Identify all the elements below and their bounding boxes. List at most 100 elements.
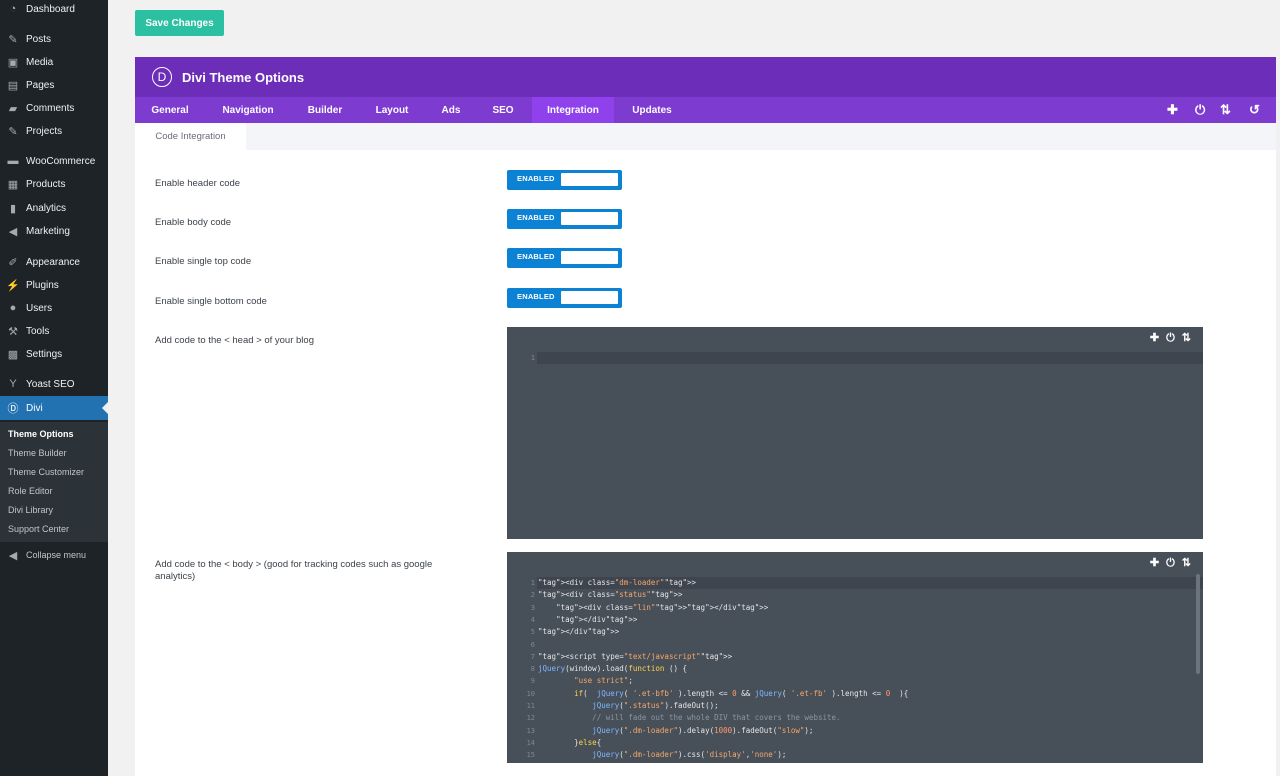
submenu-divi-library[interactable]: Divi Library <box>8 505 53 515</box>
divi-icon: Ⓓ <box>7 403 19 415</box>
tab-builder[interactable]: Builder <box>291 97 359 123</box>
submenu-theme-options[interactable]: Theme Options <box>8 429 74 439</box>
tab-seo[interactable]: SEO <box>477 97 529 123</box>
menu-item-projects[interactable]: ✎ Projects <box>0 119 108 143</box>
power-icon[interactable]: ⏻ <box>1195 102 1205 118</box>
undo-icon[interactable]: ↺ <box>1249 102 1260 118</box>
enable-body-code-toggle[interactable]: ENABLED <box>507 209 622 229</box>
enable-single-top-code-toggle[interactable]: ENABLED <box>507 248 622 268</box>
toggle-state-label: ENABLED <box>517 213 555 222</box>
menu-item-woocommerce[interactable]: ▬ WooCommerce <box>0 149 108 173</box>
submenu-support-center[interactable]: Support Center <box>8 524 69 534</box>
menu-item-settings[interactable]: ▩ Settings <box>0 342 108 366</box>
menu-item-appearance[interactable]: ✐ Appearance <box>0 250 108 274</box>
tab-integration[interactable]: Integration <box>532 97 614 123</box>
settings-icon: ▩ <box>7 348 19 361</box>
tab-ads[interactable]: Ads <box>425 97 477 123</box>
tab-layout[interactable]: Layout <box>359 97 425 123</box>
megaphone-icon: ◀ <box>8 225 18 238</box>
menu-item-comments[interactable]: ▰ Comments <box>0 96 108 120</box>
toggle-state-label: ENABLED <box>517 252 555 261</box>
pin-icon: ✎ <box>8 33 18 46</box>
panel-title: Divi Theme Options <box>182 69 305 85</box>
body-code-editor[interactable]: ✚ ⏻ ⇅ 1 "tag"><div class="dm-loader""tag">>… <box>507 552 1203 763</box>
enable-header-code-toggle[interactable]: ENABLED <box>507 170 622 190</box>
toggle-knob <box>561 251 618 264</box>
menu-item-dashboard[interactable]: ◔ Dashboard <box>0 0 108 21</box>
plus-icon[interactable]: ✚ <box>1150 332 1159 344</box>
admin-sidebar: ◔ Dashboard ✎ Posts ▣ Media ▤ Pages ▰ Comment… <box>0 0 108 776</box>
sort-icon[interactable]: ⇅ <box>1220 102 1231 118</box>
sort-icon[interactable]: ⇅ <box>1182 332 1191 344</box>
code-line: "tag"></div"tag">> <box>556 614 638 624</box>
comments-icon: ▰ <box>8 102 18 115</box>
collapse-menu-button[interactable]: ◀ Collapse menu <box>0 543 108 567</box>
menu-item-yoast-seo[interactable]: Y Yoast SEO <box>0 372 108 396</box>
enable-single-top-code-label: Enable single top code <box>155 256 252 267</box>
save-changes-button[interactable]: Save Changes <box>135 10 224 36</box>
power-icon[interactable]: ⏻ <box>1166 332 1175 344</box>
head-code-editor[interactable]: ✚ ⏻ ⇅ 1 <box>507 327 1203 539</box>
tabs-bar: General Navigation Builder Layout Ads SE… <box>135 97 1276 123</box>
menu-item-tools[interactable]: ⚒ Tools <box>0 319 108 343</box>
submenu-role-editor[interactable]: Role Editor <box>8 486 53 496</box>
enable-header-code-label: Enable header code <box>155 178 241 189</box>
menu-item-plugins[interactable]: ⚡ Plugins <box>0 273 108 297</box>
products-icon: ▦ <box>7 178 19 191</box>
power-icon[interactable]: ⏻ <box>1166 557 1175 569</box>
toggle-knob <box>561 173 618 186</box>
menu-item-marketing[interactable]: ◀ Marketing <box>0 219 108 243</box>
code-line: }else{ <box>538 737 602 747</box>
editor-scrollbar[interactable] <box>1196 574 1200 674</box>
theme-options-panel: D Divi Theme Options General Navigation … <box>135 57 1276 776</box>
user-icon: ● <box>9 302 17 314</box>
divi-logo-icon: D <box>152 67 172 87</box>
subtab-bar: Code Integration <box>135 123 1276 150</box>
menu-item-posts[interactable]: ✎ Posts <box>0 27 108 51</box>
enable-single-bottom-code-label: Enable single bottom code <box>155 296 267 307</box>
code-line: "tag"><div class="lin""tag">>"tag"></div… <box>556 602 769 612</box>
tab-updates[interactable]: Updates <box>614 97 690 123</box>
line-number: 7 <box>530 652 535 661</box>
line-number: 12 <box>526 714 535 723</box>
editor-toolbar: ✚ ⏻ ⇅ <box>1143 556 1191 570</box>
toggle-knob <box>561 212 618 225</box>
code-line: // will fade out the whole DIV that cove… <box>538 713 841 723</box>
submenu-theme-customizer[interactable]: Theme Customizer <box>8 467 84 477</box>
plugin-icon: ⚡ <box>6 279 20 292</box>
line-number: 10 <box>526 689 535 698</box>
menu-item-media[interactable]: ▣ Media <box>0 50 108 74</box>
menu-item-divi[interactable]: Ⓓ Divi <box>0 396 108 420</box>
code-line: "tag"><div class="status""tag">> <box>538 590 683 600</box>
menu-item-products[interactable]: ▦ Products <box>0 172 108 196</box>
enable-single-bottom-code-toggle[interactable]: ENABLED <box>507 288 622 308</box>
sort-icon[interactable]: ⇅ <box>1182 557 1191 569</box>
code-line: jQuery(window).load(function () { <box>538 664 688 674</box>
line-number: 9 <box>530 677 535 686</box>
brush-icon: ✐ <box>8 256 18 269</box>
subtab-code-integration[interactable]: Code Integration <box>135 123 246 150</box>
wrench-icon: ⚒ <box>8 325 18 338</box>
tab-general[interactable]: General <box>135 97 205 123</box>
analytics-icon: ▮ <box>9 202 17 215</box>
code-line: jQuery(".dm-loader").css('display','none… <box>592 750 787 760</box>
pages-icon: ▤ <box>7 79 19 92</box>
menu-item-users[interactable]: ● Users <box>0 296 108 320</box>
line-number: 15 <box>526 751 535 760</box>
enable-body-code-label: Enable body code <box>155 217 232 228</box>
line-number: 2 <box>530 591 535 600</box>
submenu-theme-builder[interactable]: Theme Builder <box>8 448 67 458</box>
menu-item-pages[interactable]: ▤ Pages <box>0 73 108 97</box>
line-number: 11 <box>526 702 535 710</box>
dashboard-icon: ◔ <box>9 3 17 15</box>
line-number: 3 <box>530 603 535 612</box>
code-line: "tag"></div"tag">> <box>538 627 620 637</box>
plus-icon[interactable]: ✚ <box>1150 557 1159 569</box>
menu-item-analytics[interactable]: ▮ Analytics <box>0 196 108 220</box>
yoast-icon: Y <box>9 378 17 390</box>
line-number: 1 <box>530 354 535 362</box>
plus-icon[interactable]: ✚ <box>1167 102 1178 118</box>
line-number: 4 <box>530 615 535 624</box>
tab-navigation[interactable]: Navigation <box>205 97 291 123</box>
line-number: 6 <box>530 640 535 649</box>
